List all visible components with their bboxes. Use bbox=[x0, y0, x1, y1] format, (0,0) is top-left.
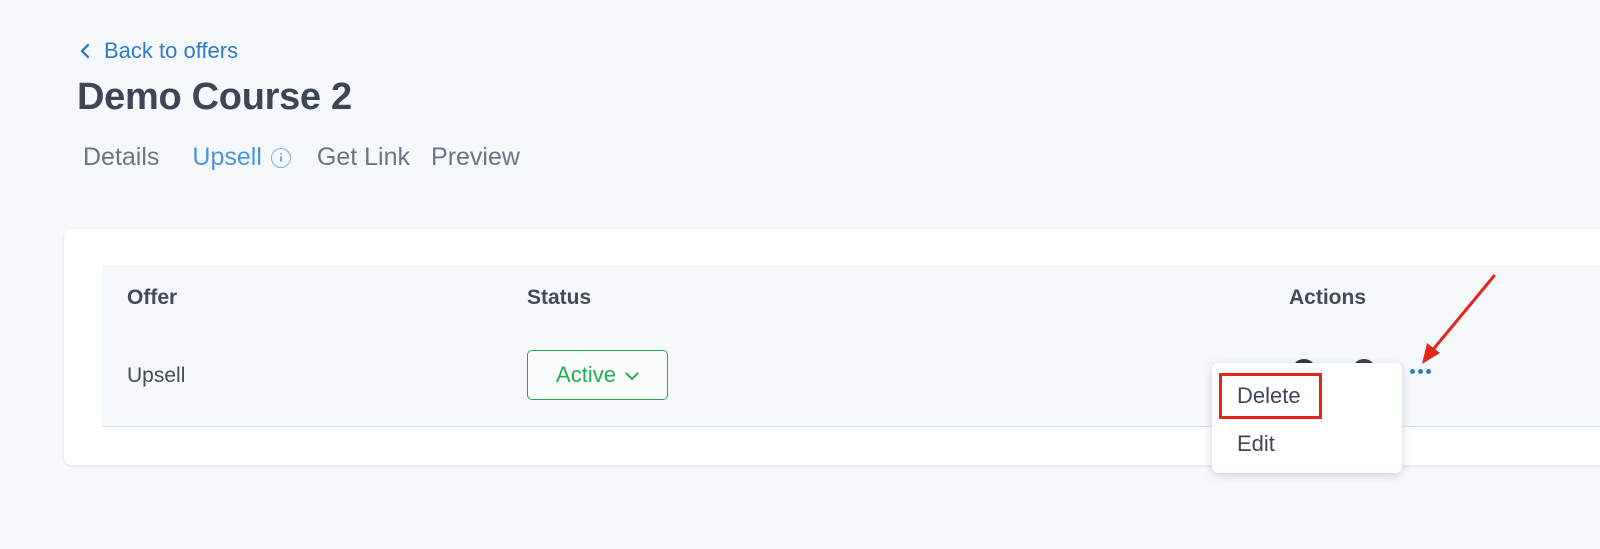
tab-preview[interactable]: Preview bbox=[431, 143, 520, 172]
tab-upsell[interactable]: Upsell bbox=[192, 143, 291, 172]
more-dot bbox=[1418, 369, 1423, 374]
menu-item-edit[interactable]: Edit bbox=[1237, 431, 1275, 457]
actions-dropdown-menu: Delete Edit bbox=[1212, 363, 1402, 473]
offer-name-cell: Upsell bbox=[127, 364, 186, 387]
info-icon[interactable] bbox=[270, 147, 291, 168]
chevron-left-icon bbox=[80, 43, 90, 59]
tab-bar: Details Upsell Get Link Preview bbox=[83, 143, 520, 172]
menu-item-delete[interactable]: Delete bbox=[1237, 383, 1301, 409]
column-header-actions: Actions bbox=[1289, 286, 1367, 309]
back-to-offers-link[interactable]: Back to offers bbox=[80, 38, 238, 64]
status-dropdown-button[interactable]: Active bbox=[527, 350, 668, 400]
status-label: Active bbox=[556, 362, 616, 387]
back-link-label: Back to offers bbox=[104, 38, 239, 63]
more-dot bbox=[1410, 369, 1415, 374]
tab-get-link[interactable]: Get Link bbox=[317, 143, 410, 172]
page-title: Demo Course 2 bbox=[77, 76, 352, 118]
tab-upsell-label: Upsell bbox=[192, 143, 262, 171]
column-header-offer: Offer bbox=[127, 286, 178, 309]
more-options-icon[interactable] bbox=[1410, 369, 1431, 374]
tab-details[interactable]: Details bbox=[83, 143, 159, 172]
chevron-down-icon bbox=[625, 372, 639, 380]
column-header-status: Status bbox=[527, 286, 592, 309]
more-dot bbox=[1426, 369, 1431, 374]
